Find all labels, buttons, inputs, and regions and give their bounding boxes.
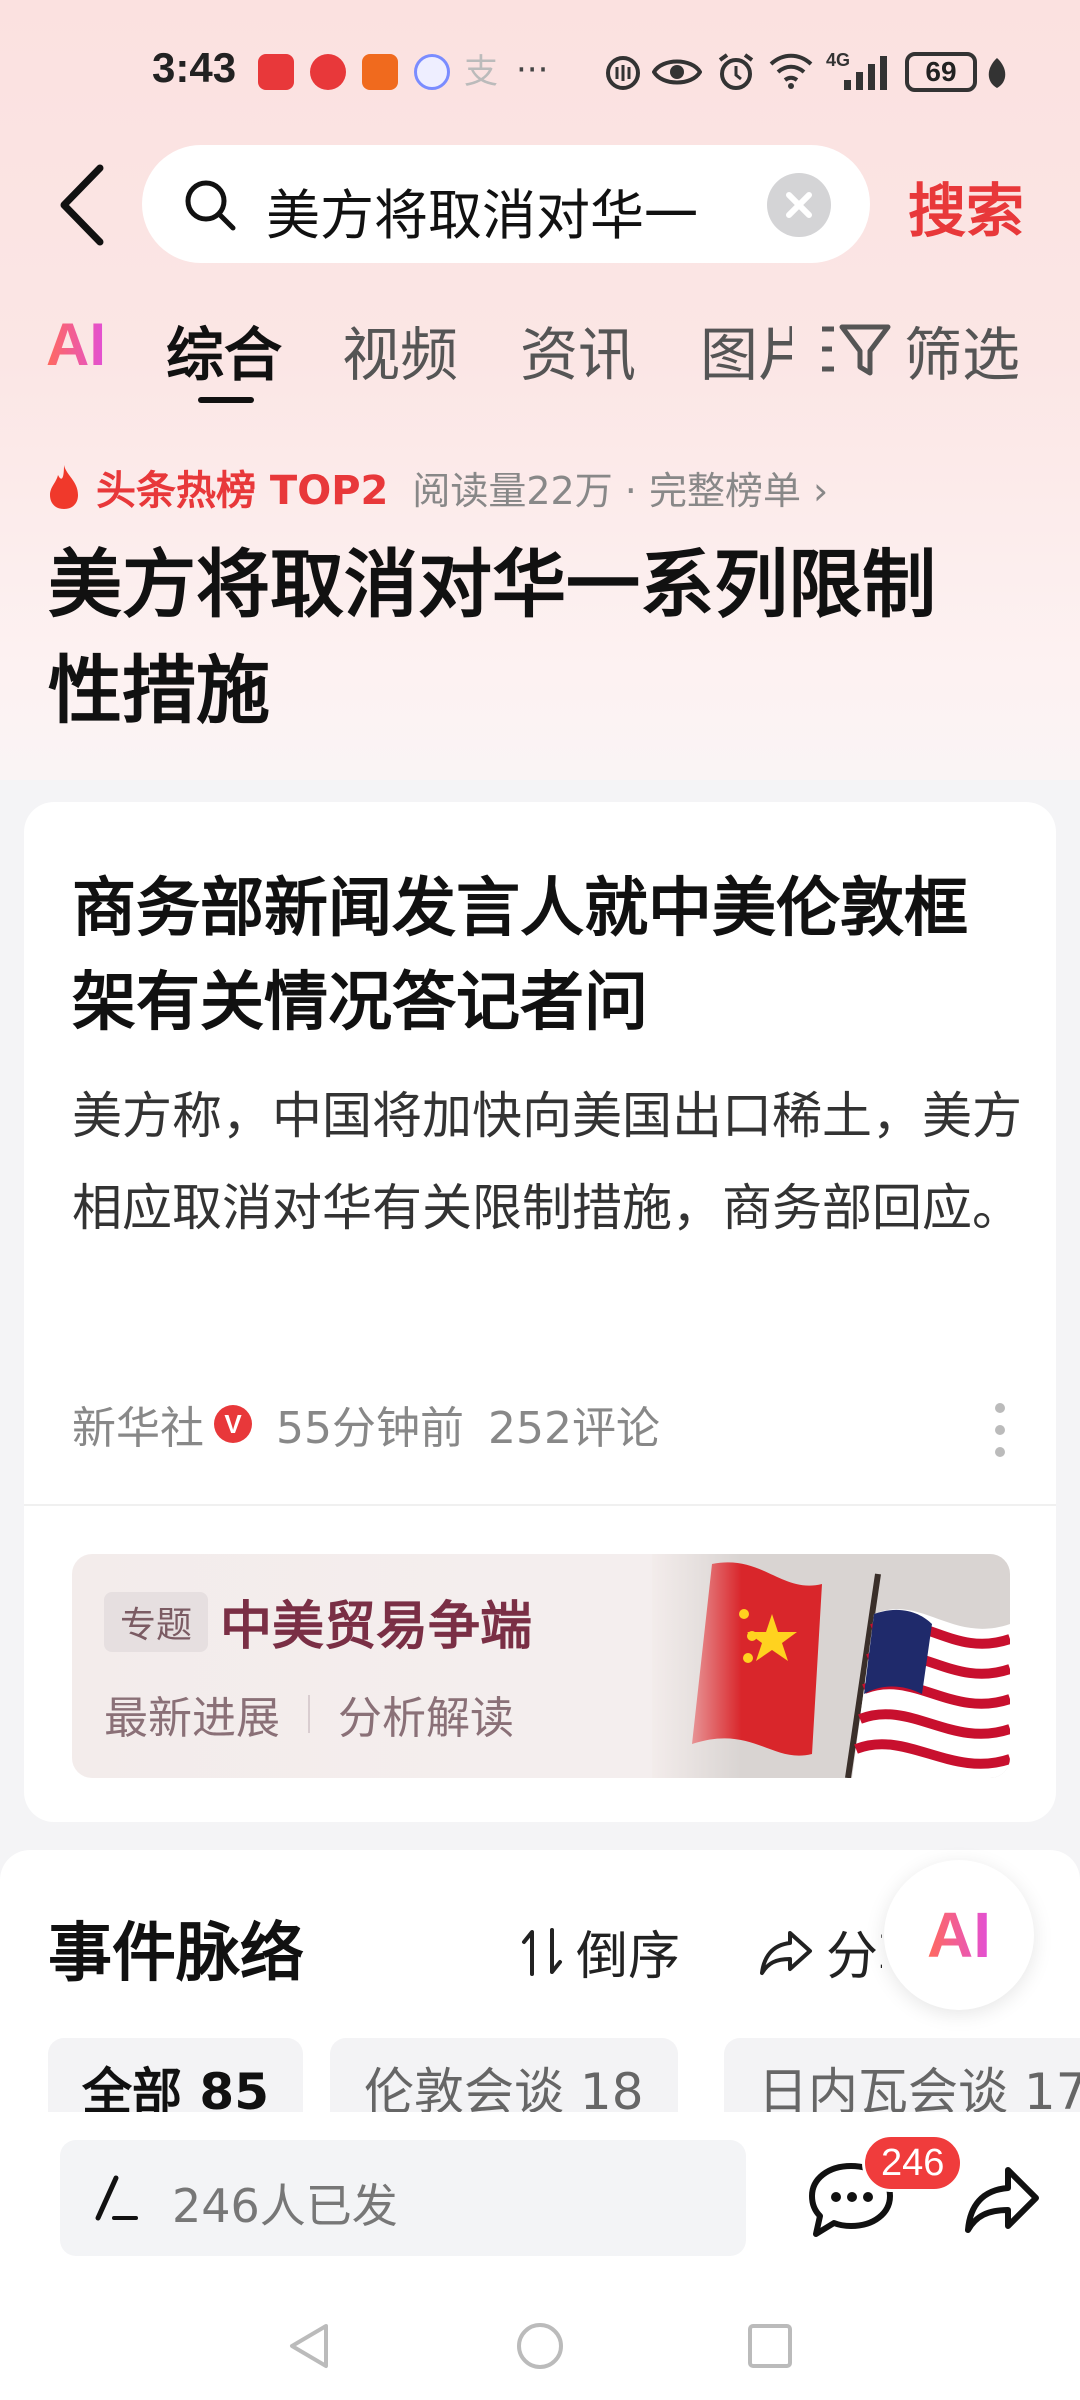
system-navigation-bar xyxy=(0,2300,1080,2400)
comment-input[interactable]: 246人已发 xyxy=(60,2140,746,2256)
hot-headline[interactable]: 美方将取消对华一系列限制性措施 xyxy=(48,532,1008,744)
share-events-button[interactable]: 分享 xyxy=(758,1914,882,1989)
filter-icon xyxy=(822,324,891,376)
flags-image xyxy=(652,1554,1010,1778)
battery-indicator: 69 xyxy=(905,52,977,92)
share-icon[interactable] xyxy=(962,2162,1042,2238)
active-tab-indicator xyxy=(198,397,254,403)
close-icon xyxy=(786,192,812,218)
alarm-icon xyxy=(718,53,754,90)
tab-news[interactable]: 资讯 xyxy=(520,308,636,392)
app-notification-icon xyxy=(310,54,346,90)
article-comments[interactable]: 252评论 xyxy=(488,1392,660,1456)
wifi-icon xyxy=(769,53,813,89)
filter-label: 筛选 xyxy=(904,321,1021,389)
more-options-icon[interactable] xyxy=(994,1402,1006,1458)
signal-icon xyxy=(844,56,887,90)
status-bar: 3:43 支 ··· 4G 69 xyxy=(0,0,1080,140)
tab-images[interactable]: 图片 xyxy=(700,308,792,392)
data-saver-icon xyxy=(606,56,640,90)
comment-count-badge: 246 xyxy=(862,2134,964,2192)
nav-back-icon[interactable] xyxy=(284,2320,336,2372)
topic-tag: 专题 xyxy=(104,1592,209,1652)
tab-ai[interactable]: AI xyxy=(46,310,106,379)
search-input[interactable]: 美方将取消对华一 xyxy=(142,145,870,263)
topic-title[interactable]: 中美贸易争端 xyxy=(220,1584,532,1659)
search-button[interactable]: 搜索 xyxy=(908,164,1024,248)
article-title[interactable]: 商务部新闻发言人就中美伦敦框架有关情况答记者问 xyxy=(72,862,1012,1050)
filter-button[interactable]: 筛选 xyxy=(820,308,1020,392)
share-icon xyxy=(760,1930,812,1975)
topic-link-separator xyxy=(308,1695,310,1733)
topic-links: 最新进展 分析解读 xyxy=(104,1682,514,1746)
sort-label: 倒序 xyxy=(576,1927,681,1987)
article-time: 55分钟前 xyxy=(276,1403,464,1454)
ai-assistant-button[interactable]: AI xyxy=(884,1860,1034,2010)
leaf-icon xyxy=(988,58,1006,88)
clear-search-button[interactable] xyxy=(767,173,831,237)
search-tabs: AI 综合 视频 资讯 图片 筛选 xyxy=(0,300,1080,410)
status-time: 3:43 xyxy=(152,44,237,91)
flame-icon xyxy=(50,465,78,509)
music-app-icon xyxy=(414,54,450,90)
article-source[interactable]: 新华社 xyxy=(72,1392,204,1456)
tab-comprehensive[interactable]: 综合 xyxy=(166,308,282,392)
battery-level: 69 xyxy=(925,56,957,87)
comment-placeholder: 246人已发 xyxy=(172,2179,398,2233)
app-notification-icon xyxy=(362,54,398,90)
nav-recents-icon[interactable] xyxy=(744,2320,796,2372)
back-arrow-icon[interactable] xyxy=(52,160,112,250)
tab-video[interactable]: 视频 xyxy=(342,308,458,392)
eye-icon xyxy=(652,59,702,85)
more-notifications-icon: ··· xyxy=(516,50,549,90)
article-meta: 新华社 V 55分钟前 252评论 xyxy=(72,1392,660,1456)
ai-assistant-label: AI xyxy=(927,1899,991,1971)
article-card[interactable]: 商务部新闻发言人就中美伦敦框架有关情况答记者问 美方称，中国将加快向美国出口稀土… xyxy=(24,802,1056,1822)
events-title: 事件脉络 xyxy=(48,1917,304,1991)
article-summary: 美方称，中国将加快向美国出口稀土，美方相应取消对华有关限制措施，商务部回应。 xyxy=(72,1087,1022,1237)
hot-list-label: 头条热榜 TOP2 xyxy=(96,468,389,514)
pen-icon xyxy=(95,2175,138,2221)
sort-icon xyxy=(522,1927,562,1976)
verified-badge: V xyxy=(214,1405,252,1443)
hot-list-header[interactable]: 头条热榜 TOP2 阅读量22万 · 完整榜单 › xyxy=(44,458,828,516)
alipay-icon: 支 xyxy=(464,52,498,92)
search-query: 美方将取消对华一 xyxy=(266,184,698,247)
card-divider xyxy=(24,1504,1056,1506)
topic-link-latest[interactable]: 最新进展 xyxy=(104,1682,280,1746)
sort-button[interactable]: 倒序 xyxy=(520,1914,680,1989)
topic-banner[interactable]: 专题 中美贸易争端 最新进展 分析解读 xyxy=(72,1554,1010,1778)
share-label: 分享 xyxy=(826,1927,882,1987)
hot-list-meta[interactable]: 阅读量22万 · 完整榜单 › xyxy=(412,460,828,515)
search-icon xyxy=(185,180,236,231)
topic-link-analysis[interactable]: 分析解读 xyxy=(338,1682,514,1746)
app-notification-icon xyxy=(258,54,294,90)
nav-home-icon[interactable] xyxy=(514,2320,566,2372)
